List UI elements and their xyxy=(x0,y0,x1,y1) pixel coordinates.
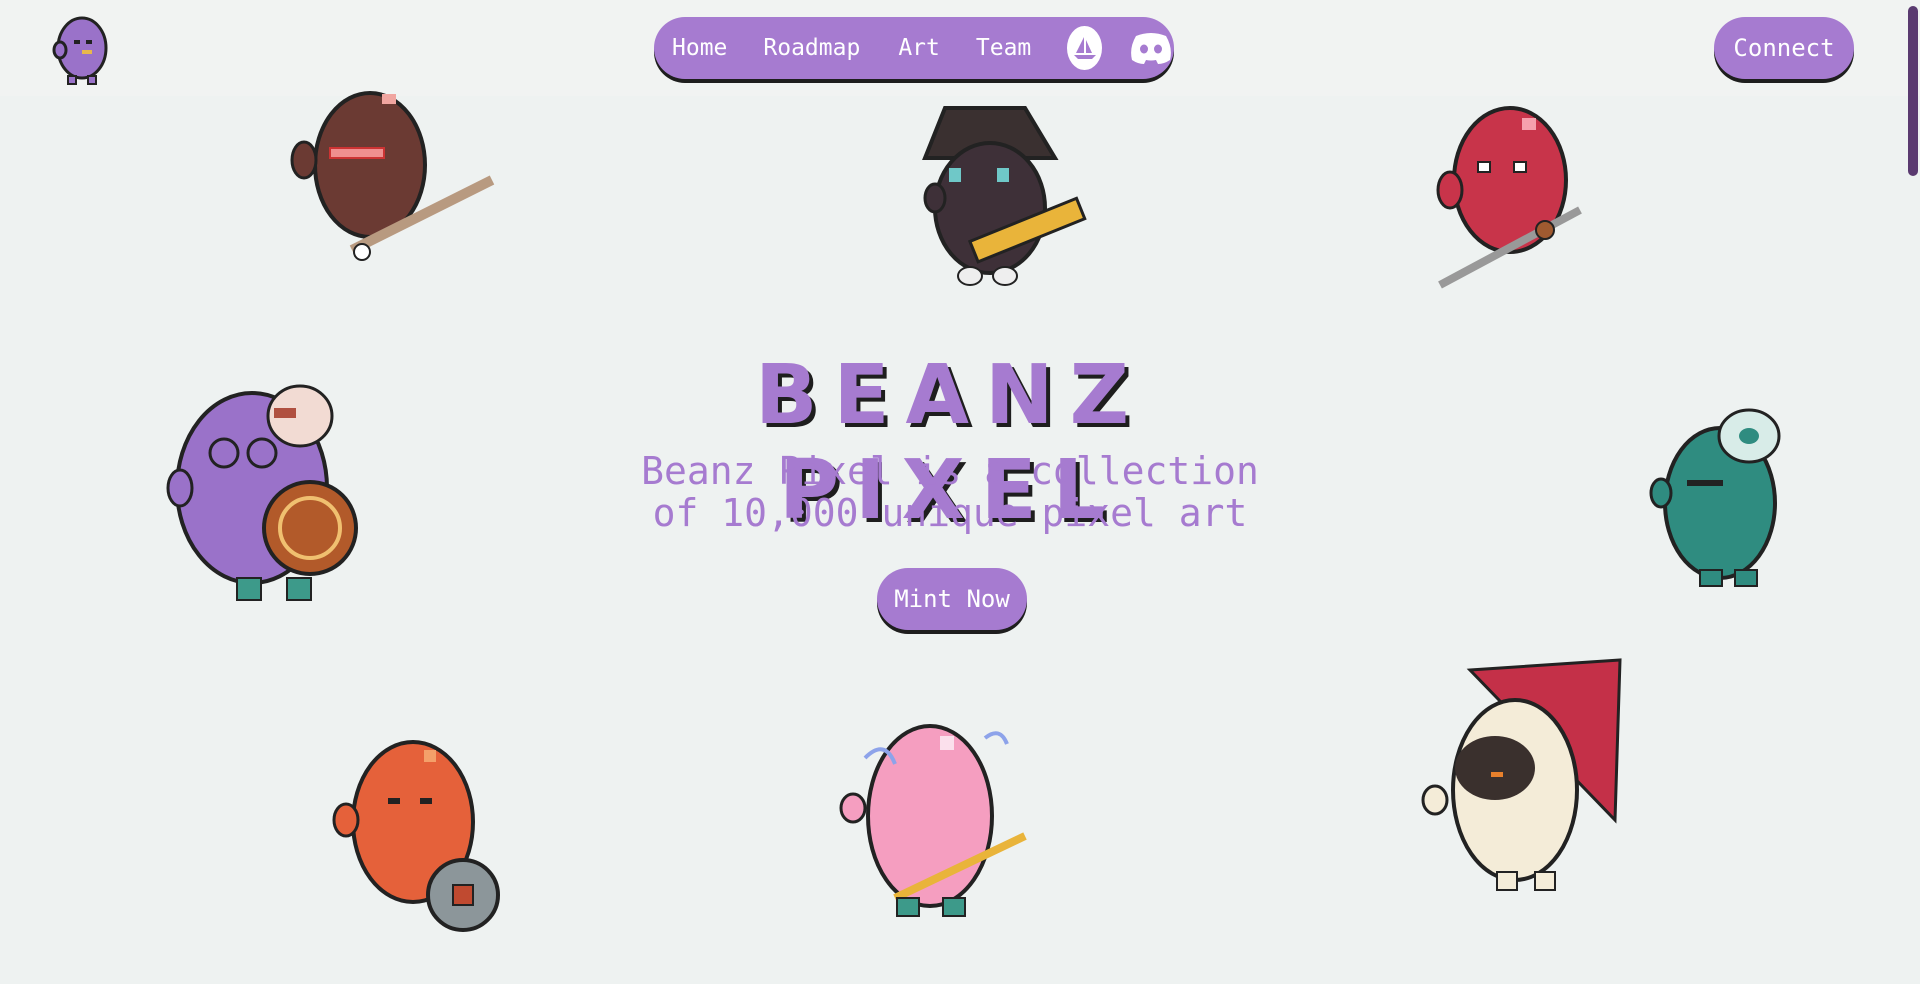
discord-icon xyxy=(1131,33,1171,64)
cream-bean-with-umbrella xyxy=(1421,658,1622,891)
red-bean-with-katana xyxy=(1436,106,1582,289)
opensea-boat-icon xyxy=(1073,37,1096,59)
subtitle-line-1: Beanz Pixel is a collection xyxy=(641,449,1259,493)
subtitle-line-2: of 10,000 unique pixel art xyxy=(652,491,1248,535)
scrollbar[interactable] xyxy=(1906,0,1920,180)
pink-bean-with-staff xyxy=(839,724,1027,917)
scrollbar-thumb[interactable] xyxy=(1908,6,1918,176)
brown-bean-with-sword xyxy=(290,91,495,261)
nav-home[interactable]: Home xyxy=(672,35,727,61)
dark-bean-with-bucket-hat xyxy=(922,106,1087,286)
logo[interactable] xyxy=(46,10,118,86)
connect-button[interactable]: Connect xyxy=(1714,17,1854,79)
discord-link[interactable] xyxy=(1128,28,1174,68)
opensea-link[interactable] xyxy=(1067,26,1102,70)
nav-team[interactable]: Team xyxy=(976,35,1031,61)
teal-bean-with-headband xyxy=(1649,408,1781,587)
purple-bean-with-shield-and-mask xyxy=(166,384,358,601)
hero-subtitle: Beanz Pixel is a collection of 10,000 un… xyxy=(600,450,1300,534)
orange-bean-with-coin xyxy=(332,740,500,932)
nav-roadmap[interactable]: Roadmap xyxy=(763,35,860,61)
main-nav: Home Roadmap Art Team xyxy=(654,17,1174,79)
mint-now-button[interactable]: Mint Now xyxy=(877,568,1027,630)
nav-art[interactable]: Art xyxy=(898,35,940,61)
